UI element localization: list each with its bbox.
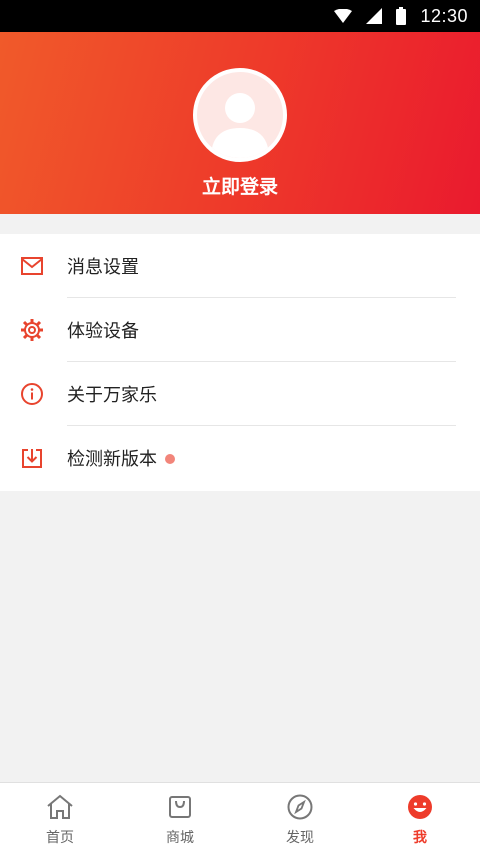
user-silhouette-icon	[211, 93, 269, 158]
smiley-face-icon	[406, 793, 434, 821]
login-button[interactable]: 立即登录	[202, 172, 278, 199]
home-icon	[46, 793, 74, 821]
bottom-nav: 首页 商城 发现 我	[0, 782, 480, 853]
profile-header: 立即登录	[0, 32, 480, 214]
menu-item-message-settings[interactable]: 消息设置	[0, 234, 480, 298]
wifi-icon	[334, 9, 353, 23]
mail-icon	[20, 254, 44, 278]
menu-item-label: 消息设置	[67, 257, 139, 278]
nav-me[interactable]: 我	[360, 783, 480, 853]
settings-menu: 消息设置 体验设备 关于万家乐 检测新版本	[0, 234, 480, 491]
menu-item-label: 体验设备	[67, 321, 139, 342]
menu-item-label: 检测新版本	[67, 449, 157, 470]
download-icon	[20, 446, 44, 470]
update-badge	[165, 454, 175, 464]
signal-icon	[366, 8, 383, 24]
shopping-bag-icon	[166, 793, 194, 821]
gear-icon	[20, 318, 44, 342]
menu-item-label: 关于万家乐	[67, 385, 157, 406]
menu-item-check-update[interactable]: 检测新版本	[0, 426, 480, 490]
info-icon	[20, 382, 44, 406]
menu-item-trial-device[interactable]: 体验设备	[0, 298, 480, 362]
nav-discover[interactable]: 发现	[240, 783, 360, 853]
nav-label: 商城	[166, 830, 194, 846]
status-bar: 12:30	[0, 0, 480, 32]
compass-icon	[286, 793, 314, 821]
menu-item-about[interactable]: 关于万家乐	[0, 362, 480, 426]
battery-icon	[396, 7, 407, 25]
nav-home[interactable]: 首页	[0, 783, 120, 853]
status-time: 12:30	[420, 5, 468, 26]
avatar[interactable]	[193, 68, 287, 162]
nav-mall[interactable]: 商城	[120, 783, 240, 853]
nav-label: 首页	[46, 830, 74, 846]
nav-label: 发现	[286, 830, 314, 846]
nav-label: 我	[413, 830, 427, 846]
